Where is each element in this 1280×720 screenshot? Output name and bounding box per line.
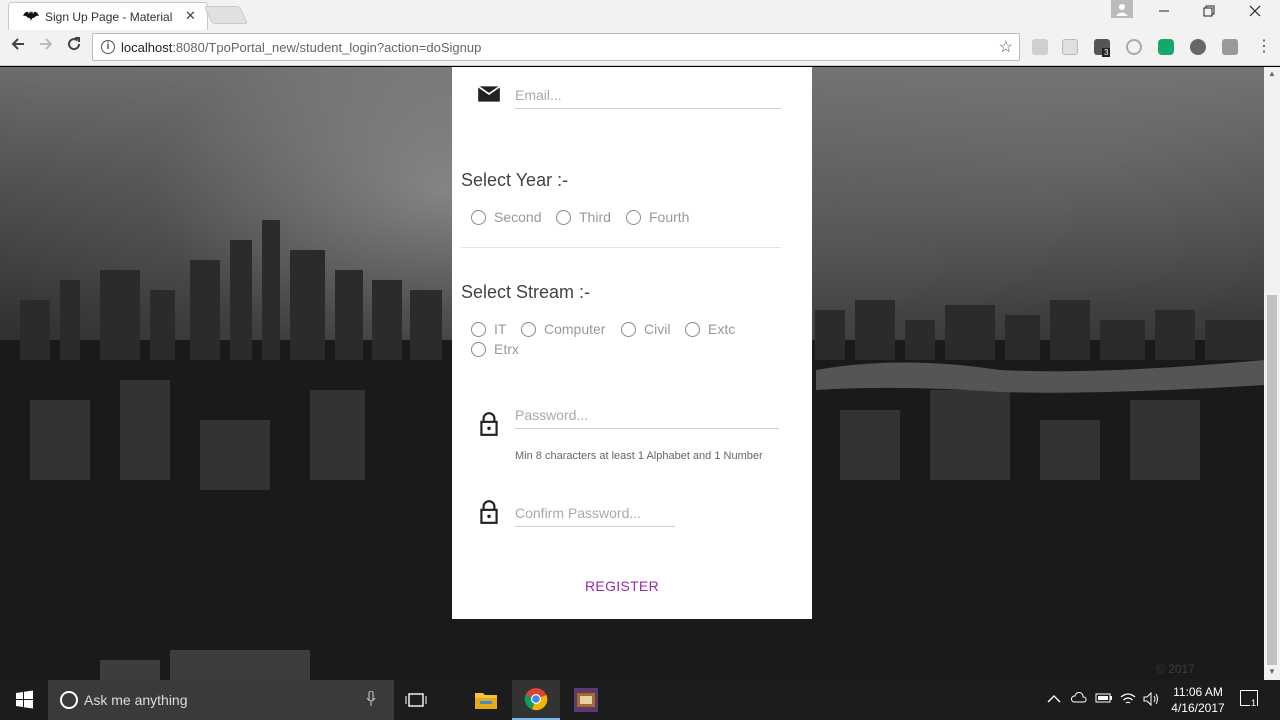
info-icon[interactable]: i	[101, 40, 115, 54]
batman-favicon-icon	[23, 11, 39, 21]
forward-arrow-icon[interactable]	[34, 36, 58, 57]
radio-circle-icon[interactable]	[521, 321, 536, 337]
task-view-icon[interactable]	[392, 680, 440, 720]
radio-circle-icon[interactable]	[471, 341, 486, 357]
radio-circle-icon[interactable]	[471, 321, 486, 337]
new-tab-button[interactable]	[203, 6, 249, 24]
extension-icon[interactable]	[1032, 39, 1048, 55]
year-section-title: Select Year :-	[461, 170, 569, 190]
tab-close-icon[interactable]: ✕	[185, 8, 196, 24]
copyright-text: © 2017	[1156, 662, 1195, 676]
extension-icon[interactable]	[1158, 39, 1174, 55]
scroll-down-arrow-icon[interactable]: ▼	[1268, 667, 1276, 676]
scroll-thumb[interactable]	[1267, 295, 1277, 665]
show-hidden-icons-chevron-icon[interactable]	[1047, 692, 1061, 707]
cortana-icon	[60, 691, 78, 709]
profile-avatar-icon[interactable]	[1111, 0, 1133, 18]
file-explorer-icon[interactable]	[462, 680, 510, 720]
browser-title-bar: Sign Up Page - Material K ✕	[0, 0, 1280, 30]
netbeans-app-icon[interactable]	[562, 680, 610, 720]
extension-icon[interactable]	[1222, 39, 1238, 55]
password-field[interactable]	[515, 401, 779, 429]
email-field[interactable]	[515, 81, 781, 109]
reload-icon[interactable]	[62, 36, 86, 57]
divider	[461, 247, 781, 248]
email-icon	[477, 85, 501, 102]
chrome-menu-icon[interactable]: ⋮	[1256, 36, 1272, 56]
radio-circle-icon[interactable]	[626, 209, 641, 225]
notification-count-badge: 1	[1250, 698, 1258, 708]
lock-icon	[480, 500, 498, 524]
radio-circle-icon[interactable]	[685, 321, 700, 337]
stream-radio-it[interactable]: IT	[471, 321, 506, 337]
minimize-icon[interactable]	[1144, 4, 1184, 20]
windows-start-icon[interactable]	[0, 680, 48, 720]
wifi-icon[interactable]	[1120, 692, 1136, 709]
page-viewport: Select Year :- Second Third Fourth Selec…	[0, 67, 1264, 680]
windows-taskbar: Ask me anything 11:06 AM 4/16/2017 1	[0, 680, 1280, 720]
signup-card: Select Year :- Second Third Fourth Selec…	[452, 67, 812, 619]
radio-circle-icon[interactable]	[471, 209, 486, 225]
clock-time: 11:06 AM	[1173, 685, 1223, 699]
year-radio-third[interactable]: Third	[556, 209, 611, 225]
year-radio-second[interactable]: Second	[471, 209, 541, 225]
stream-radio-extc[interactable]: Extc	[685, 321, 735, 337]
password-hint: Min 8 characters at least 1 Alphabet and…	[515, 450, 763, 462]
back-arrow-icon[interactable]	[6, 36, 30, 57]
address-bar[interactable]: i localhost:8080/TpoPortal_new/student_l…	[92, 33, 1020, 61]
extension-globe-icon[interactable]	[1190, 39, 1206, 55]
browser-toolbar: i localhost:8080/TpoPortal_new/student_l…	[0, 30, 1280, 66]
extension-icon[interactable]	[1126, 39, 1142, 55]
scroll-up-arrow-icon[interactable]: ▲	[1268, 69, 1276, 78]
browser-tab[interactable]: Sign Up Page - Material K ✕	[8, 2, 208, 30]
restore-icon[interactable]	[1189, 4, 1229, 20]
cortana-search-box[interactable]: Ask me anything	[48, 680, 394, 720]
clock-date: 4/16/2017	[1171, 701, 1225, 715]
confirm-password-field[interactable]	[515, 499, 675, 527]
close-window-icon[interactable]	[1235, 4, 1275, 20]
onedrive-cloud-icon[interactable]	[1070, 692, 1087, 707]
year-radio-fourth[interactable]: Fourth	[626, 209, 689, 225]
register-button[interactable]: REGISTER	[582, 572, 662, 600]
extension-icon[interactable]	[1062, 39, 1078, 55]
radio-circle-icon[interactable]	[556, 209, 571, 225]
taskbar-clock[interactable]: 11:06 AM 4/16/2017	[1166, 684, 1230, 716]
stream-radio-civil[interactable]: Civil	[621, 321, 670, 337]
tab-title: Sign Up Page - Material K	[45, 10, 175, 24]
stream-radio-etrx[interactable]: Etrx	[471, 341, 519, 357]
page-scrollbar[interactable]: ▲ ▼	[1264, 67, 1280, 680]
microphone-icon[interactable]	[366, 691, 376, 707]
lock-icon	[480, 412, 498, 436]
extension-badge-icon[interactable]: 3	[1094, 39, 1111, 57]
battery-icon[interactable]	[1095, 692, 1113, 707]
bookmark-star-icon[interactable]: ☆	[999, 37, 1013, 57]
search-placeholder[interactable]: Ask me anything	[84, 692, 188, 708]
radio-circle-icon[interactable]	[621, 321, 636, 337]
stream-radio-computer[interactable]: Computer	[521, 321, 605, 337]
chrome-taskbar-icon[interactable]	[512, 680, 560, 720]
stream-section-title: Select Stream :-	[461, 282, 591, 302]
volume-icon[interactable]	[1143, 691, 1161, 709]
url-text[interactable]: localhost:8080/TpoPortal_new/student_log…	[121, 40, 481, 55]
